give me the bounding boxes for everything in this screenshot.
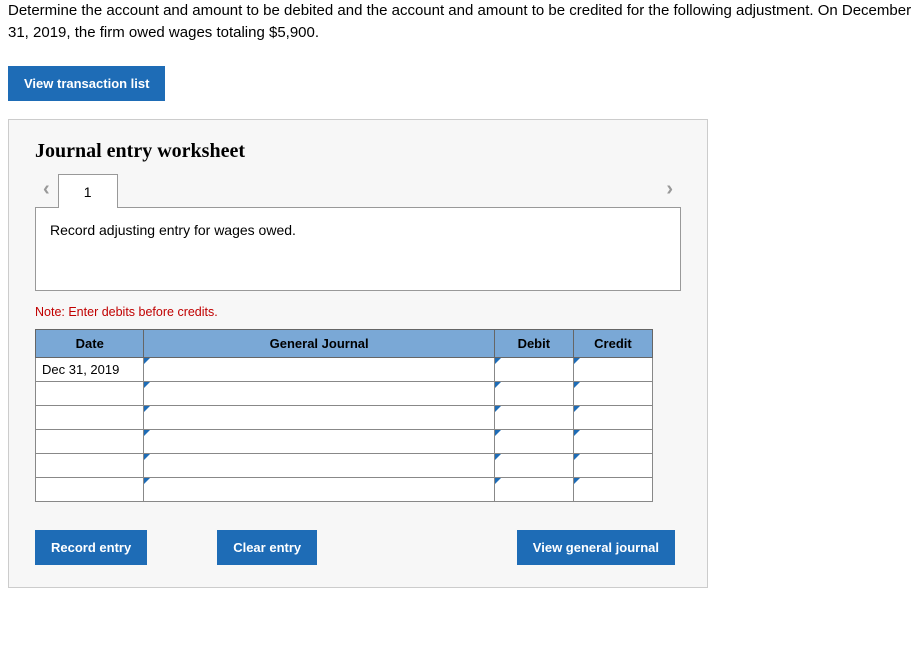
cell-date[interactable] [36,477,144,501]
cell-general-journal[interactable] [144,381,494,405]
col-header-debit: Debit [494,329,573,357]
cell-debit[interactable] [494,357,573,381]
table-row [36,381,653,405]
col-header-credit: Credit [573,329,652,357]
cell-general-journal[interactable] [144,357,494,381]
question-text: Determine the account and amount to be d… [8,0,915,44]
cell-credit[interactable] [573,405,652,429]
cell-general-journal[interactable] [144,429,494,453]
table-row [36,405,653,429]
cell-debit[interactable] [494,381,573,405]
col-header-general-journal: General Journal [144,329,494,357]
cell-general-journal[interactable] [144,453,494,477]
view-transaction-list-button[interactable]: View transaction list [8,66,165,101]
cell-debit[interactable] [494,477,573,501]
tab-1[interactable]: 1 [58,174,118,208]
clear-entry-button[interactable]: Clear entry [217,530,317,565]
instruction-box: Record adjusting entry for wages owed. [35,207,681,291]
note-text: Note: Enter debits before credits. [35,305,681,319]
cell-debit[interactable] [494,405,573,429]
cell-debit[interactable] [494,429,573,453]
cell-credit[interactable] [573,429,652,453]
cell-date[interactable] [36,453,144,477]
cell-date[interactable] [36,429,144,453]
col-header-date: Date [36,329,144,357]
journal-entry-table: Date General Journal Debit Credit Dec 31… [35,329,653,502]
chevron-left-icon[interactable]: ‹ [35,174,58,205]
table-row: Dec 31, 2019 [36,357,653,381]
record-entry-button[interactable]: Record entry [35,530,147,565]
worksheet-title: Journal entry worksheet [35,140,681,163]
cell-date[interactable] [36,405,144,429]
cell-credit[interactable] [573,381,652,405]
cell-debit[interactable] [494,453,573,477]
cell-credit[interactable] [573,453,652,477]
instruction-text: Record adjusting entry for wages owed. [50,222,296,238]
journal-worksheet-panel: Journal entry worksheet ‹ 1 › Record adj… [8,119,708,588]
table-row [36,453,653,477]
view-general-journal-button[interactable]: View general journal [517,530,675,565]
cell-credit[interactable] [573,357,652,381]
cell-general-journal[interactable] [144,405,494,429]
cell-date[interactable]: Dec 31, 2019 [36,357,144,381]
table-row [36,429,653,453]
chevron-right-icon[interactable]: › [658,174,681,205]
cell-general-journal[interactable] [144,477,494,501]
cell-date[interactable] [36,381,144,405]
cell-credit[interactable] [573,477,652,501]
table-row [36,477,653,501]
